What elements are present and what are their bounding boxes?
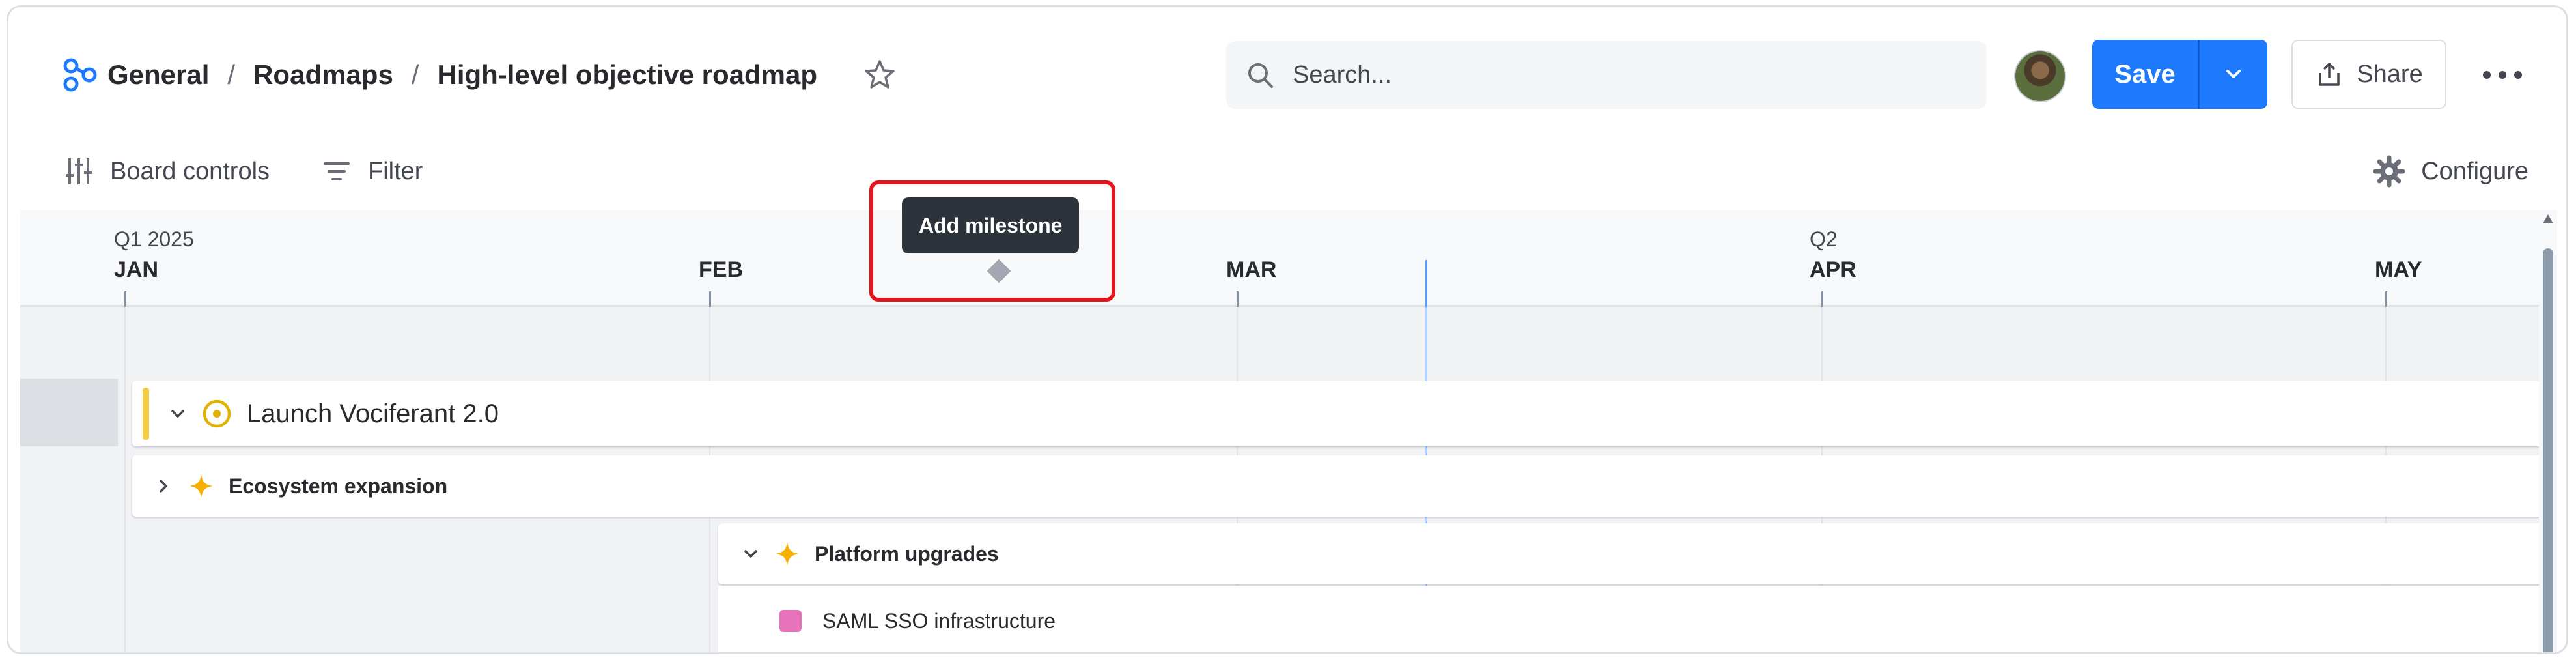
chevron-down-icon [171,410,184,418]
share-label: Share [2357,60,2423,88]
timeline: Q1 2025 Q2 JAN FEB MAR APR MAY Launch Vo… [20,210,2557,652]
avatar[interactable] [2014,50,2066,102]
chevron-down-icon [2226,70,2241,78]
month-tick [124,291,126,307]
roadmap-row-ecosystem[interactable]: Ecosystem expansion [132,455,2557,517]
search-icon [1248,63,1273,88]
row-gutter [20,379,118,446]
more-dot [2514,71,2522,79]
breadcrumb: General / Roadmaps / High-level objectiv… [107,57,817,93]
save-button[interactable]: Save [2092,40,2198,109]
board-controls-label: Board controls [110,157,270,185]
expand-toggle[interactable] [165,401,191,427]
vertical-scrollbar[interactable] [2539,210,2557,652]
chevron-down-icon [744,550,757,558]
more-dot [2499,71,2506,79]
gear-icon [2373,155,2405,188]
app-window: General / Roadmaps / High-level objectiv… [7,5,2568,654]
month-tick [1821,291,1823,307]
chevron-right-icon [160,480,167,493]
grid-line [124,307,126,652]
search-bar[interactable] [1226,41,1987,109]
more-dot [2483,71,2491,79]
target-icon [203,399,231,428]
roadmap-row-platform[interactable]: Platform upgrades [718,523,2557,584]
filter-label: Filter [368,157,423,185]
month-label-apr: APR [1810,257,1856,282]
expand-toggle[interactable] [738,541,764,567]
scroll-up-arrow[interactable] [2543,214,2553,223]
month-tick [1237,291,1239,307]
breadcrumb-roadmaps[interactable]: Roadmaps [253,59,393,91]
row-title: Launch Vociferant 2.0 [247,399,499,428]
sparkle-icon [776,542,799,566]
header: General / Roadmaps / High-level objectiv… [8,7,2566,137]
row-title: Ecosystem expansion [229,474,448,498]
add-milestone-tooltip: Add milestone [902,197,1080,253]
share-button[interactable]: Share [2291,40,2446,109]
filter-icon [324,162,350,180]
row-title: SAML SSO infrastructure [822,609,1056,633]
empty-row [20,307,2557,372]
sparkle-icon [189,474,213,498]
timeline-axis: Q1 2025 Q2 JAN FEB MAR APR MAY [20,210,2557,307]
roadmap-row-objective[interactable]: Launch Vociferant 2.0 [132,381,2557,446]
quarter-label-q2: Q2 [1810,227,1838,251]
breadcrumb-general[interactable]: General [107,59,209,91]
objective-color-bar [143,388,149,440]
square-icon [779,610,802,632]
month-tick [709,291,711,307]
roadmap-row-saml[interactable]: SAML SSO infrastructure [718,586,2557,652]
filter-button[interactable]: Filter [321,152,423,191]
search-input[interactable] [1291,60,1945,90]
row-title: Platform upgrades [815,541,999,566]
quarter-label-q1: Q1 2025 [114,227,194,251]
month-label-mar: MAR [1226,257,1277,282]
configure-button[interactable]: Configure [2373,152,2528,191]
breadcrumb-separator: / [411,59,419,90]
save-options-button[interactable] [2200,40,2267,109]
board-controls-button[interactable]: Board controls [63,152,270,191]
month-label-feb: FEB [699,257,743,282]
app-logo-icon [63,58,97,92]
more-options-button[interactable] [2483,62,2522,88]
expand-toggle[interactable] [150,473,176,499]
month-label-may: MAY [2375,257,2422,282]
share-icon [2319,63,2340,86]
scrollbar-thumb[interactable] [2543,248,2553,652]
star-icon[interactable] [863,58,897,92]
save-button-group: Save [2092,40,2267,109]
month-label-jan: JAN [114,257,159,282]
sliders-icon [66,158,92,184]
configure-label: Configure [2421,157,2528,185]
page-title: High-level objective roadmap [437,59,817,90]
month-tick [2385,291,2387,307]
breadcrumb-separator: / [227,59,236,90]
